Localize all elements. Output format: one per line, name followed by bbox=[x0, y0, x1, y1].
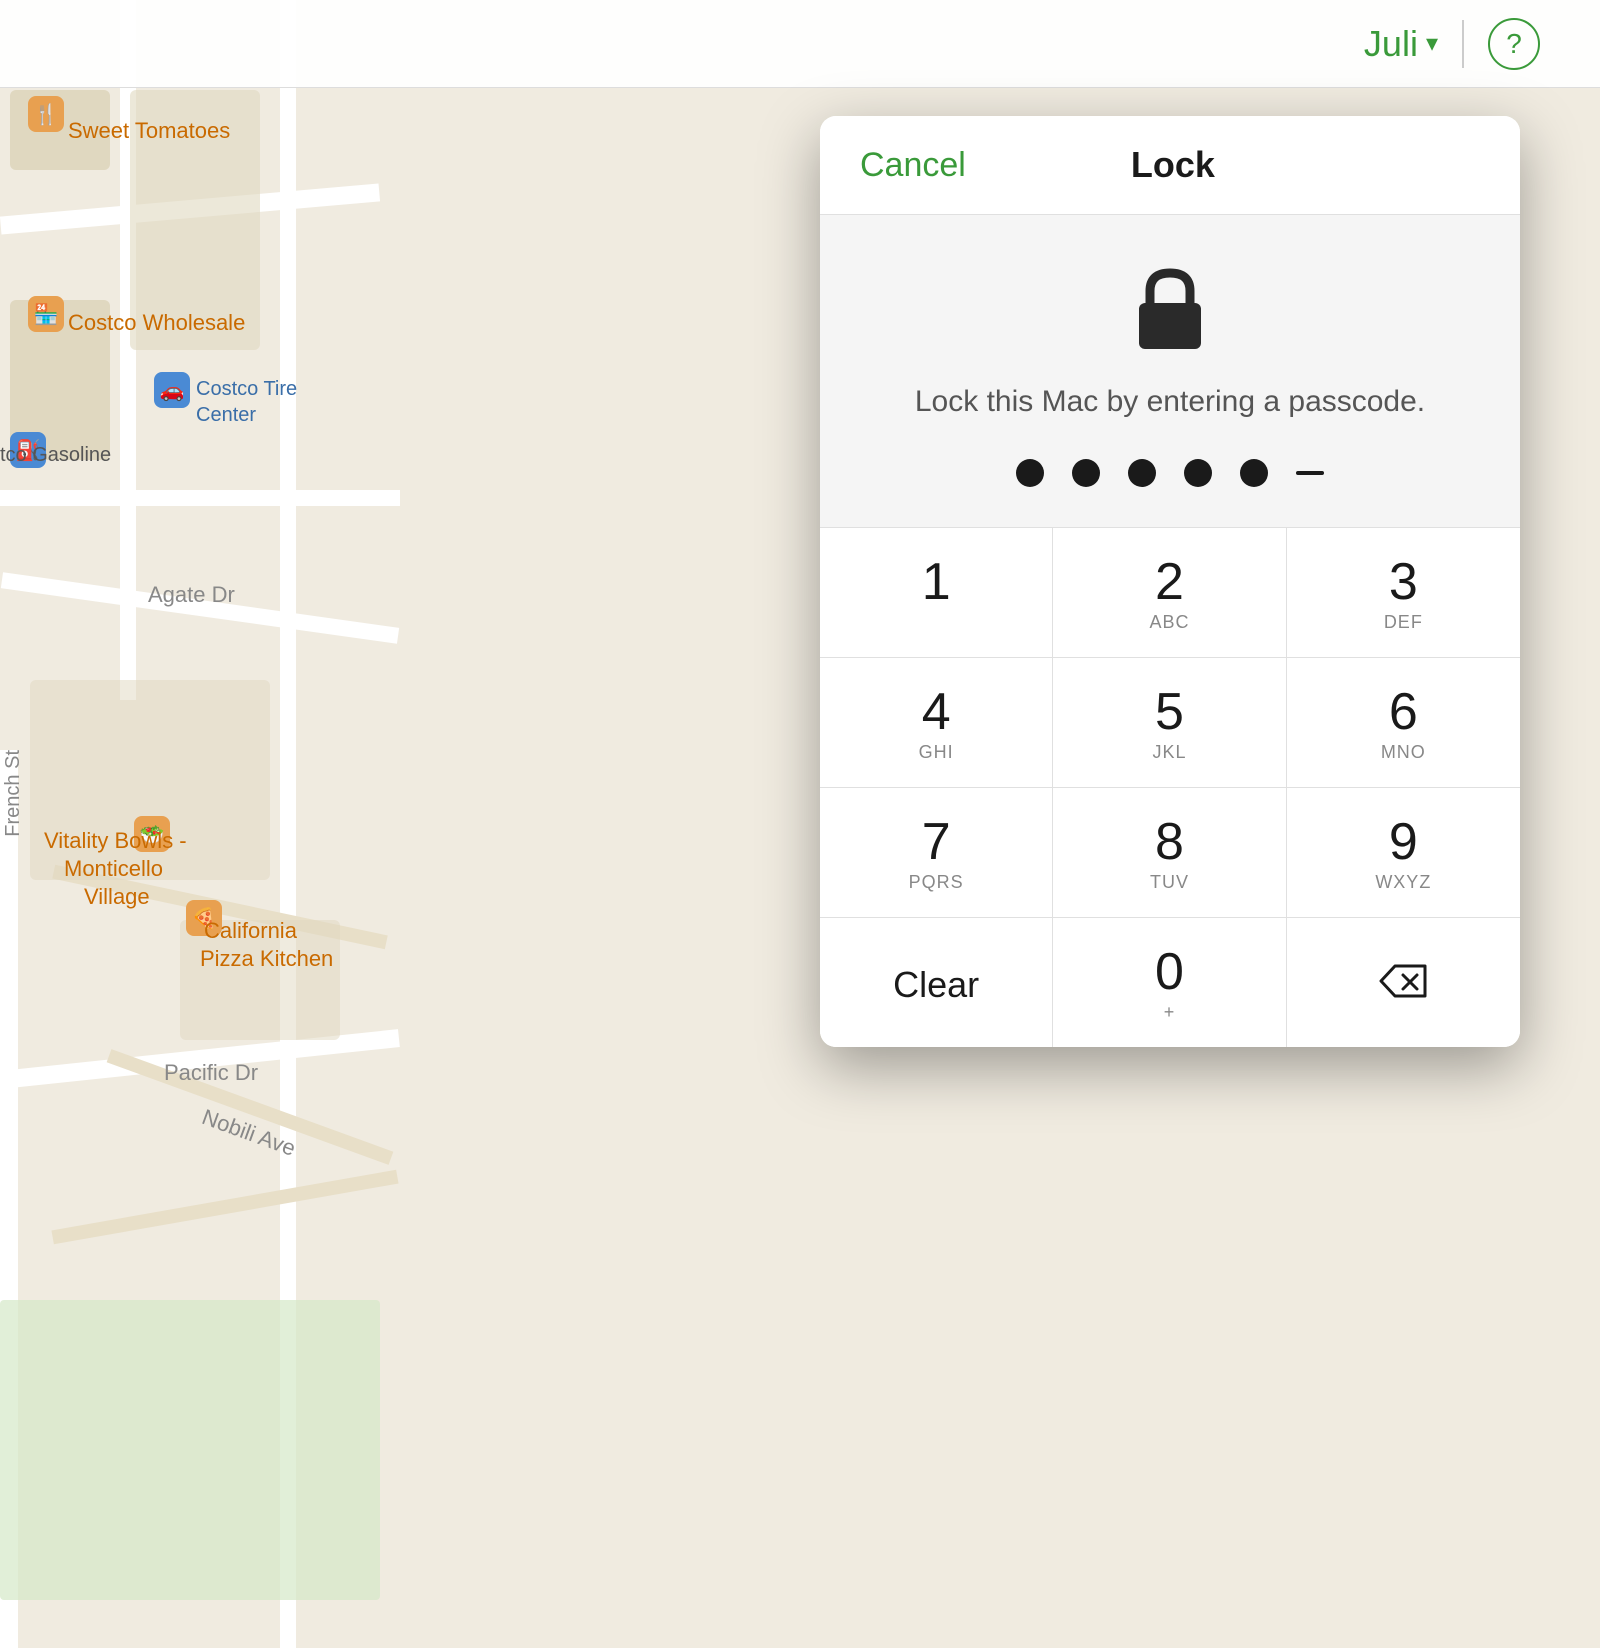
dot-2 bbox=[1072, 459, 1100, 487]
key-9-number: 9 bbox=[1389, 816, 1418, 868]
key-1-button[interactable]: 1 bbox=[820, 527, 1053, 657]
key-8-letters: TUV bbox=[1150, 872, 1189, 893]
passcode-area: Lock this Mac by entering a passcode. bbox=[820, 215, 1520, 527]
key-3-number: 3 bbox=[1389, 556, 1418, 608]
lock-icon bbox=[1125, 263, 1215, 353]
passcode-dots bbox=[1016, 459, 1324, 487]
dot-4 bbox=[1184, 459, 1212, 487]
key-7-button[interactable]: 7 PQRS bbox=[820, 787, 1053, 917]
key-7-letters: PQRS bbox=[909, 872, 964, 893]
key-2-letters: ABC bbox=[1149, 612, 1189, 633]
key-4-number: 4 bbox=[922, 686, 951, 738]
key-1-number: 1 bbox=[922, 556, 951, 608]
key-clear-label: Clear bbox=[893, 967, 979, 1003]
cancel-button[interactable]: Cancel bbox=[860, 146, 966, 185]
lock-description: Lock this Mac by entering a passcode. bbox=[915, 385, 1425, 419]
key-9-letters: WXYZ bbox=[1375, 872, 1431, 893]
key-3-button[interactable]: 3 DEF bbox=[1287, 527, 1520, 657]
modal-title: Lock bbox=[1131, 144, 1215, 186]
key-6-number: 6 bbox=[1389, 686, 1418, 738]
key-0-button[interactable]: 0 + bbox=[1053, 917, 1286, 1047]
key-5-button[interactable]: 5 JKL bbox=[1053, 657, 1286, 787]
key-delete-button[interactable] bbox=[1287, 917, 1520, 1047]
key-7-number: 7 bbox=[922, 816, 951, 868]
key-0-letters: + bbox=[1164, 1002, 1176, 1023]
dot-1 bbox=[1016, 459, 1044, 487]
dot-3 bbox=[1128, 459, 1156, 487]
lock-modal: Cancel Lock Lock this Mac by entering a … bbox=[820, 116, 1520, 1047]
key-5-letters: JKL bbox=[1152, 742, 1186, 763]
modal-overlay: Cancel Lock Lock this Mac by entering a … bbox=[0, 0, 1600, 1648]
key-3-letters: DEF bbox=[1384, 612, 1423, 633]
dot-5 bbox=[1240, 459, 1268, 487]
key-4-button[interactable]: 4 GHI bbox=[820, 657, 1053, 787]
key-2-button[interactable]: 2 ABC bbox=[1053, 527, 1286, 657]
key-clear-button[interactable]: Clear bbox=[820, 917, 1053, 1047]
dot-6 bbox=[1296, 471, 1324, 475]
key-8-number: 8 bbox=[1155, 816, 1184, 868]
key-5-number: 5 bbox=[1155, 686, 1184, 738]
lock-icon-wrap bbox=[1125, 263, 1215, 353]
key-6-button[interactable]: 6 MNO bbox=[1287, 657, 1520, 787]
modal-header: Cancel Lock bbox=[820, 116, 1520, 215]
keypad: 1 2 ABC 3 DEF 4 GHI 5 JKL 6 MNO bbox=[820, 527, 1520, 1047]
key-1-letters bbox=[933, 612, 939, 633]
key-2-number: 2 bbox=[1155, 556, 1184, 608]
key-delete-icon bbox=[1377, 962, 1429, 1007]
key-9-button[interactable]: 9 WXYZ bbox=[1287, 787, 1520, 917]
key-4-letters: GHI bbox=[919, 742, 954, 763]
key-6-letters: MNO bbox=[1381, 742, 1426, 763]
key-8-button[interactable]: 8 TUV bbox=[1053, 787, 1286, 917]
key-0-number: 0 bbox=[1155, 946, 1184, 998]
